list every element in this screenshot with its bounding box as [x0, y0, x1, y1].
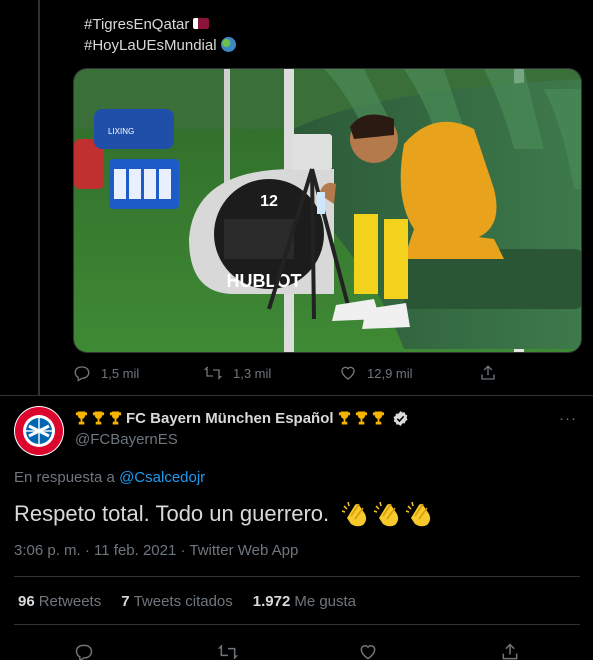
avatar[interactable] — [14, 406, 64, 456]
quotes-stat[interactable]: 7 Tweets citados — [121, 593, 233, 610]
like-button[interactable] — [358, 642, 378, 660]
parent-tweet-text: #TigresEnQatar #HoyLaUEsMundial — [84, 14, 236, 56]
clap-icon — [405, 501, 431, 527]
flag-icon — [193, 18, 210, 29]
bayern-logo-icon — [15, 407, 63, 455]
retweets-count: 96 — [18, 593, 35, 610]
display-name-row[interactable]: FC Bayern München Español — [75, 408, 409, 428]
trophy-icon — [75, 411, 88, 425]
tweet-body: Respeto total. Todo un guerrero. — [14, 501, 330, 526]
reply-icon — [75, 644, 93, 660]
clap-emojis — [341, 500, 435, 528]
hashtag-line-1: #TigresEnQatar — [84, 14, 236, 35]
more-icon[interactable]: ··· — [559, 410, 579, 427]
in-reply-mention-link[interactable]: @Csalcedojr — [119, 469, 205, 486]
divider — [14, 576, 580, 577]
trophy-icon — [355, 411, 367, 425]
trophy-icon — [338, 411, 350, 425]
share-icon — [502, 643, 518, 660]
retweet-icon — [203, 366, 223, 380]
photo-illustration: LIXING 12 HUBLOT — [74, 69, 581, 352]
trophy-icon — [92, 411, 105, 425]
in-reply-prefix: En respuesta a — [14, 469, 115, 486]
display-name: FC Bayern München Español — [126, 409, 334, 427]
hashtag-line-2: #HoyLaUEsMundial — [84, 35, 236, 56]
like-icon — [360, 645, 376, 660]
retweets-label: Retweets — [38, 593, 102, 610]
hashtag-link[interactable]: #HoyLaUEsMundial — [84, 37, 217, 54]
tweet-stats: 96 Retweets 7 Tweets citados 1.972 Me gusta — [18, 593, 356, 610]
tweet-text: Respeto total. Todo un guerrero. — [14, 500, 435, 528]
quotes-count: 7 — [121, 593, 130, 610]
globe-icon — [220, 37, 236, 52]
clap-icon — [341, 501, 367, 527]
likes-count: 1.972 — [252, 593, 291, 610]
likes-label: Me gusta — [294, 593, 357, 610]
retweet-icon — [217, 644, 239, 660]
reply-button[interactable] — [74, 642, 94, 660]
divider — [14, 624, 580, 625]
reply-icon — [74, 366, 90, 382]
share-icon — [481, 365, 495, 380]
reply-action[interactable]: 1,5 mil — [73, 363, 139, 383]
like-icon — [341, 366, 355, 380]
share-action[interactable] — [479, 363, 497, 383]
quotes-label: Tweets citados — [133, 593, 233, 610]
handle[interactable]: @FCBayernES — [75, 431, 178, 448]
verified-icon — [393, 410, 408, 426]
parent-action-bar: 1,5 mil 1,3 mil 12,9 mil — [73, 363, 513, 383]
retweet-action[interactable]: 1,3 mil — [203, 363, 271, 383]
tweet-action-bar — [0, 639, 593, 660]
watch-brand: HUBLOT — [227, 271, 302, 291]
tweet-timestamp[interactable]: 3:06 p. m. · 11 feb. 2021 · Twitter Web … — [14, 542, 298, 559]
share-button[interactable] — [500, 642, 520, 660]
tweet-photo[interactable]: LIXING 12 HUBLOT — [73, 68, 582, 353]
hashtag-link[interactable]: #TigresEnQatar — [84, 16, 189, 33]
reply-count: 1,5 mil — [101, 365, 140, 381]
clap-icon — [373, 501, 399, 527]
thread-line — [38, 0, 40, 395]
trophy-icon — [372, 411, 384, 425]
retweet-count: 1,3 mil — [233, 365, 272, 381]
like-action[interactable]: 12,9 mil — [339, 363, 413, 383]
watch-number: 12 — [260, 193, 278, 210]
photo-box-text: LIXING — [108, 127, 134, 136]
trophy-icon — [109, 411, 122, 425]
retweets-stat[interactable]: 96 Retweets — [18, 593, 101, 610]
retweet-button[interactable] — [217, 642, 239, 660]
parent-tweet[interactable]: #TigresEnQatar #HoyLaUEsMundial LIXING 1… — [0, 0, 593, 395]
focused-tweet: FC Bayern München Español @FCBayernES ··… — [0, 395, 593, 660]
in-reply-to: En respuesta a @Csalcedojr — [14, 469, 205, 486]
like-count: 12,9 mil — [367, 365, 413, 381]
likes-stat[interactable]: 1.972 Me gusta — [253, 593, 356, 610]
